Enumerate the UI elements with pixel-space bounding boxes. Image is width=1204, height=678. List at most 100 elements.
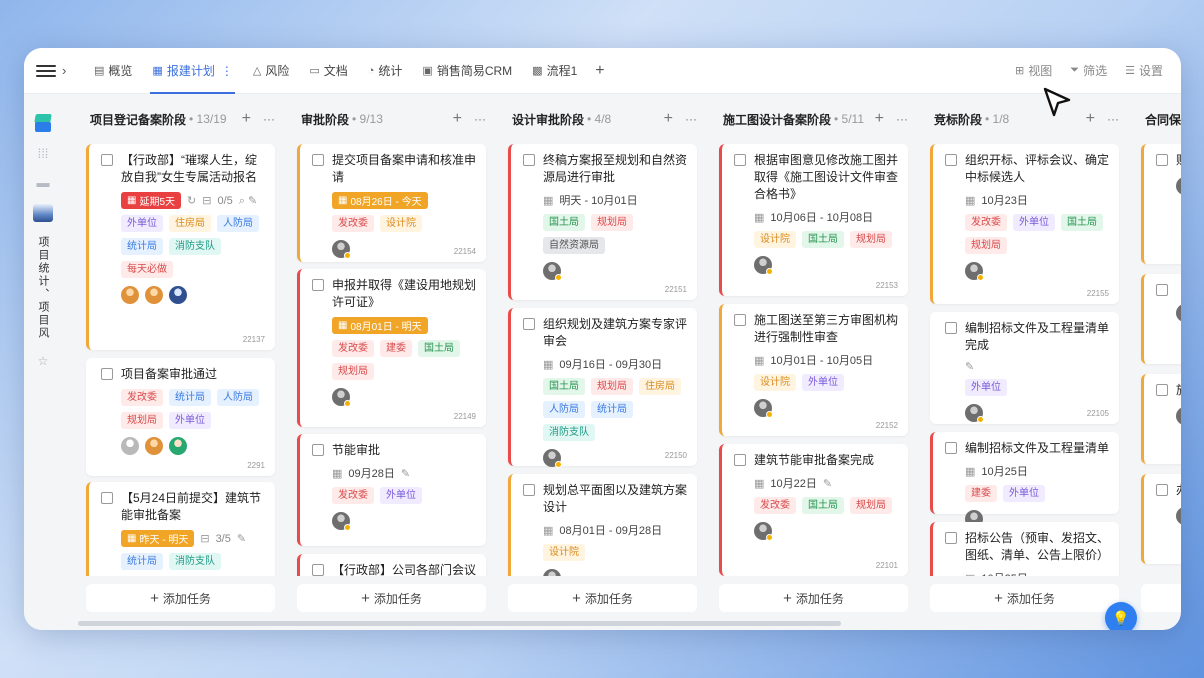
task-card[interactable]: 项目备案审批通过 发改委 统计局 人防局 规划局 外单位 2291 (86, 358, 275, 476)
edit-icon[interactable]: ✎ (401, 467, 410, 480)
task-checkbox[interactable] (945, 442, 957, 454)
avatar[interactable] (332, 240, 351, 259)
task-checkbox[interactable] (734, 154, 746, 166)
edit-icon[interactable]: ✎ (237, 532, 246, 545)
avatar[interactable] (1176, 304, 1181, 322)
add-task-button[interactable]: +添加任务 (930, 584, 1119, 612)
tab-2[interactable]: △ 风险 (243, 48, 299, 94)
avatar[interactable] (121, 437, 139, 455)
more-options-icon[interactable]: ··· (1107, 112, 1119, 126)
folder-icon[interactable]: ▬ (37, 175, 50, 190)
task-card[interactable]: 【行政部】“璀璨人生，绽放自我”女生专属活动报名 ▦ 延期5天 ↻ ⊟ 0/5 ⌕ ✎ 外单位… (86, 144, 275, 350)
view-button[interactable]: ⊞ 视图 (1015, 62, 1052, 79)
avatar[interactable] (754, 256, 773, 275)
task-card[interactable]: 建筑节能审批备案完成 ▦ 10月22日 ✎ 发改委 国土局 规划局 22101 (719, 444, 908, 576)
task-checkbox[interactable] (312, 154, 324, 166)
avatar[interactable] (145, 437, 163, 455)
more-options-icon[interactable]: ··· (263, 112, 275, 126)
task-card[interactable]: 编制招标文件及工程量清单完成 ✎ 外单位 22105 (930, 312, 1119, 424)
avatar[interactable] (169, 286, 187, 304)
task-card[interactable]: 购方 (1141, 144, 1181, 264)
add-card-icon[interactable]: + (875, 110, 884, 128)
avatar[interactable] (754, 399, 773, 418)
task-card[interactable]: 根据审图意见修改施工图并取得《施工图设计文件审查合格书》 ▦ 10月06日 - 10… (719, 144, 908, 296)
add-card-icon[interactable]: + (242, 110, 251, 128)
chevron-right-icon[interactable]: › (62, 63, 76, 78)
task-checkbox[interactable] (945, 154, 957, 166)
task-checkbox[interactable] (101, 492, 113, 504)
task-card[interactable]: 申报并取得《建设用地规划许可证》 ▦ 08月01日 - 明天 发改委 建委 国土局 规划局 2… (297, 269, 486, 427)
avatar[interactable] (965, 404, 984, 423)
add-tab-button[interactable]: + (587, 62, 612, 80)
avatar[interactable] (754, 522, 773, 541)
more-options-icon[interactable]: ⋮ (221, 64, 233, 78)
edit-icon[interactable]: ✎ (823, 477, 832, 490)
task-checkbox[interactable] (734, 314, 746, 326)
task-checkbox[interactable] (1156, 284, 1168, 296)
task-card[interactable]: 终稿方案报至规划和自然资源局进行审批 ▦ 明天 - 10月01日 国土局 规划局 自然资源… (508, 144, 697, 300)
tab-0[interactable]: ▤ 概览 (84, 48, 142, 94)
task-card[interactable]: 办金 (1141, 474, 1181, 564)
project-name[interactable]: 项目统计、项目风 (37, 236, 49, 340)
task-card[interactable]: 编制招标文件及工程量清单 ▦ 10月25日 建委 外单位 (930, 432, 1119, 529)
help-fab-icon[interactable]: 💡 (1105, 602, 1137, 630)
task-checkbox[interactable] (312, 444, 324, 456)
task-checkbox[interactable] (101, 154, 113, 166)
task-card[interactable]: 规划总平面图以及建筑方案设计 ▦ 08月01日 - 09月28日 设计院 (508, 474, 697, 576)
settings-button[interactable]: ☰ 设置 (1125, 62, 1163, 79)
avatar[interactable] (169, 437, 187, 455)
hamburger-menu-icon[interactable] (36, 64, 56, 77)
task-checkbox[interactable] (1156, 484, 1168, 496)
task-checkbox[interactable] (523, 318, 535, 330)
task-card[interactable]: 施工图送至第三方审图机构进行强制性审查 ▦ 10月01日 - 10月05日 设计院 外单… (719, 304, 908, 436)
avatar[interactable] (1176, 407, 1181, 425)
more-options-icon[interactable]: ··· (685, 112, 697, 126)
add-task-button[interactable]: +添加任务 (297, 584, 486, 612)
add-task-button[interactable]: +添加任务 (719, 584, 908, 612)
task-card[interactable]: 组织规划及建筑方案专家评审会 ▦ 09月16日 - 09月30日 国土局 规划局 住房局人… (508, 308, 697, 468)
task-checkbox[interactable] (101, 368, 113, 380)
project-thumbnail[interactable] (33, 204, 53, 222)
more-options-icon[interactable]: ··· (474, 112, 486, 126)
tab-6[interactable]: ▩ 流程1 (522, 48, 587, 94)
avatar[interactable] (965, 262, 984, 281)
task-card[interactable]: 施 (1141, 374, 1181, 464)
avatar[interactable] (543, 449, 562, 468)
avatar[interactable] (332, 512, 351, 531)
star-icon[interactable]: ☆ (38, 354, 49, 368)
filter-button[interactable]: ⏷ 筛选 (1070, 62, 1107, 79)
task-card[interactable] (1141, 274, 1181, 364)
task-checkbox[interactable] (312, 279, 324, 291)
add-card-icon[interactable]: + (1086, 110, 1095, 128)
task-checkbox[interactable] (523, 154, 535, 166)
avatar[interactable] (1176, 177, 1181, 195)
tab-5[interactable]: ▣ 销售简易CRM (412, 48, 522, 94)
horizontal-scrollbar[interactable] (78, 621, 841, 626)
task-checkbox[interactable] (1156, 384, 1168, 396)
task-checkbox[interactable] (1156, 154, 1168, 166)
tab-4[interactable]: ◔ 统计 (358, 48, 413, 94)
tab-1[interactable]: ▦ 报建计划 ⋮ (142, 48, 242, 94)
task-card[interactable]: 招标公告（预审、发招文、图纸、清单、公告上限价） ▦ 10月25日 (930, 522, 1119, 576)
more-options-icon[interactable]: ··· (896, 112, 908, 126)
apps-grid-icon[interactable]: ⁞⁞⁞ (38, 146, 49, 161)
avatar[interactable] (543, 262, 562, 281)
task-card[interactable]: 提交项目备案申请和核准申请 ▦ 08月26日 - 今天 发改委 设计院 22154 (297, 144, 486, 262)
add-task-button[interactable]: +添加任务 (1141, 584, 1181, 612)
tab-3[interactable]: ▭ 文档 (299, 48, 357, 94)
avatar[interactable] (543, 569, 561, 576)
task-checkbox[interactable] (945, 532, 957, 544)
add-card-icon[interactable]: + (664, 110, 673, 128)
avatar[interactable] (121, 286, 139, 304)
add-task-button[interactable]: +添加任务 (86, 584, 275, 612)
avatar[interactable] (145, 286, 163, 304)
task-card[interactable]: 【5月24日前提交】建筑节能审批备案 ▦昨天 - 明天 ⊟ 3/5 ✎ 统计局消防支队人防… (86, 482, 275, 576)
avatar[interactable] (332, 388, 351, 407)
edit-icon[interactable]: ⌕ ✎ (239, 194, 257, 208)
task-checkbox[interactable] (945, 322, 957, 334)
app-logo-icon[interactable] (34, 114, 52, 132)
task-checkbox[interactable] (523, 484, 535, 496)
task-card[interactable]: 【行政部】公司各部门会议纪 (297, 554, 486, 576)
task-card[interactable]: 节能审批 ▦ 09月28日 ✎ 发改委 外单位 (297, 434, 486, 546)
edit-icon[interactable]: ✎ (965, 360, 974, 373)
